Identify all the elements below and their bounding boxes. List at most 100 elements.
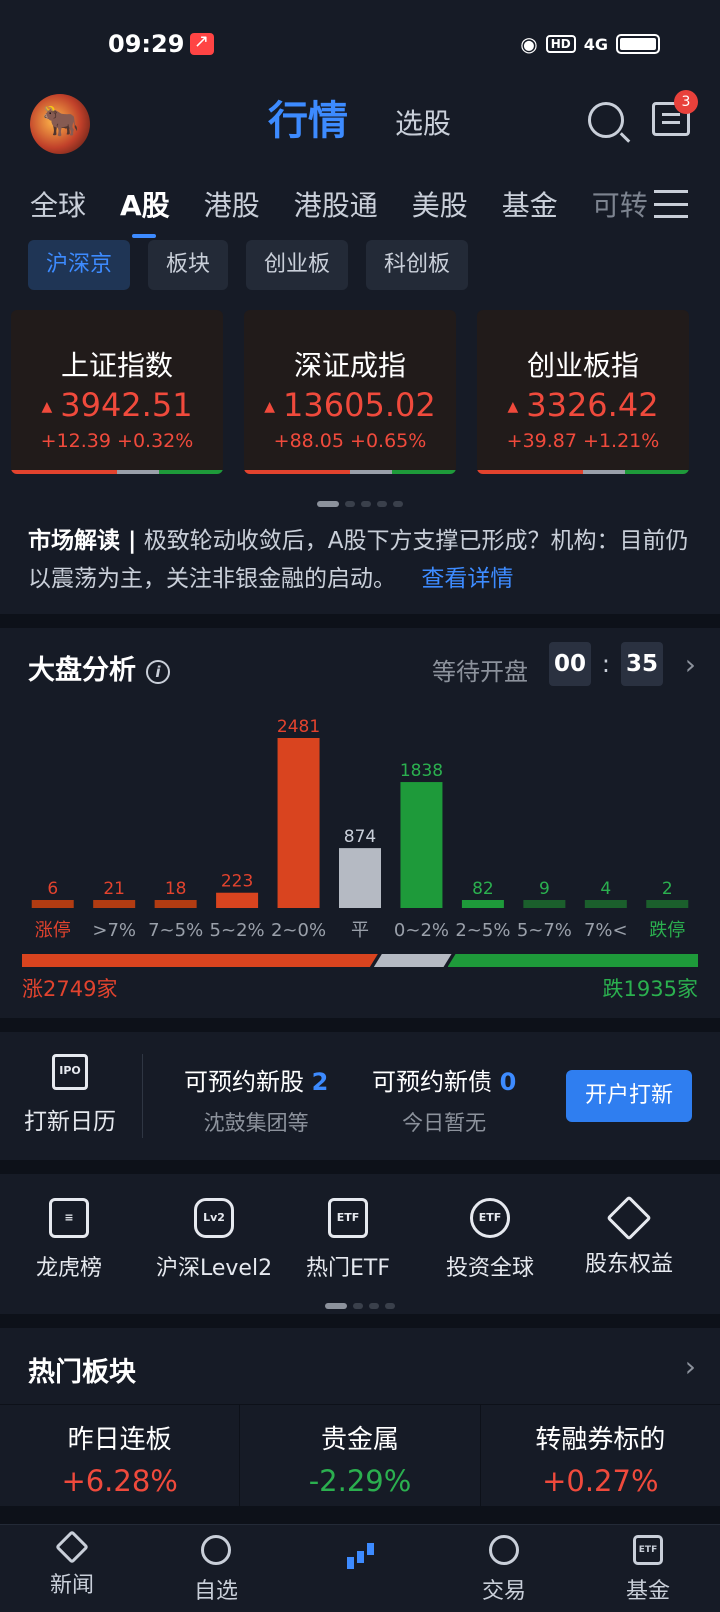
tool-label: 投资全球	[446, 1256, 535, 1281]
tool-global-invest[interactable]: ETF 投资全球	[446, 1198, 534, 1282]
carousel-dots	[0, 492, 720, 511]
tab-us[interactable]: 美股	[412, 184, 468, 224]
nav-quotes[interactable]	[288, 1525, 432, 1612]
nav-news[interactable]: 新闻	[0, 1525, 144, 1612]
nav-watchlist[interactable]: 自选	[144, 1525, 288, 1612]
tab-hk[interactable]: 港股	[204, 184, 260, 224]
index-price: ▲ 13605.02	[264, 386, 436, 424]
tool-label: 热门ETF	[306, 1256, 390, 1281]
chart-tick-label: 5~7%	[517, 920, 572, 941]
subtab-star[interactable]: 科创板	[366, 240, 469, 290]
wifi-icon: ◉	[520, 32, 538, 56]
market-tabs: 全球 A股 港股 港股通 美股 基金 可转	[0, 176, 720, 238]
tab-convertible[interactable]: 可转	[592, 184, 648, 224]
subtab-chinext[interactable]: 创业板	[246, 240, 349, 290]
chart-tick-label: 跌停	[649, 920, 685, 941]
subtab-sector[interactable]: 板块	[148, 240, 229, 290]
up-count: 涨2749家	[22, 977, 118, 1001]
new-bond-title: 可预约新债 0	[372, 1068, 517, 1096]
chart-data-label: 21	[103, 879, 125, 899]
menu-icon[interactable]	[654, 190, 688, 218]
hot-sector-name: 转融券标的	[535, 1425, 666, 1455]
hot-sector-name: 昨日连板	[67, 1425, 172, 1455]
nav-label: 基金	[625, 1579, 670, 1604]
status-indicators: ◉ HD 4G	[520, 32, 660, 56]
bottom-nav: 新闻 自选 交易 ETF 基金	[0, 1524, 720, 1612]
nav-fund[interactable]: ETF 基金	[576, 1525, 720, 1612]
tool-label: 股东权益	[585, 1252, 674, 1277]
chart-tick-label: 平	[351, 920, 369, 941]
tab-stock-picker[interactable]: 选股	[395, 102, 451, 142]
hot-sector-change: +0.27%	[542, 1464, 659, 1498]
app-notification-icon	[190, 31, 214, 55]
ipo-section: IPO 打新日历 可预约新股 2 沈鼓集团等 可预约新债 0 今日暂无 开户打新	[0, 1032, 720, 1160]
tab-hk-connect[interactable]: 港股通	[294, 184, 378, 224]
status-bar: 09:29 ◉ HD 4G	[0, 0, 720, 88]
avatar[interactable]	[30, 94, 90, 154]
new-bond-sub: 今日暂无	[402, 1111, 487, 1135]
news-icon	[55, 1530, 89, 1564]
sub-tabs: 沪深京 板块 创业板 科创板	[0, 232, 720, 302]
index-card-shenzhen[interactable]: 深证成指 ▲ 13605.02 +88.05 +0.65%	[244, 310, 456, 474]
nav-trade[interactable]: 交易	[432, 1525, 576, 1612]
news-tag: 市场解读 |	[28, 528, 137, 554]
index-breadth-bar	[477, 470, 689, 474]
tool-hot-etf[interactable]: ETF 热门ETF	[306, 1198, 390, 1282]
up-down-ratio-bar	[22, 954, 698, 967]
up-triangle-icon: ▲	[507, 399, 519, 415]
nav-label: 自选	[193, 1579, 238, 1604]
ipo-calendar-label[interactable]: 打新日历	[24, 1102, 116, 1136]
tool-dragon-tiger[interactable]: ≡ 龙虎榜	[36, 1198, 102, 1282]
chart-bar	[400, 782, 443, 908]
chart-data-label: 18	[165, 879, 187, 899]
new-stock-sub: 沈鼓集团等	[203, 1111, 309, 1135]
new-stock-reservation[interactable]: 可预约新股 2 沈鼓集团等	[184, 1062, 328, 1137]
chevron-right-icon[interactable]: ›	[685, 648, 696, 681]
tab-quotes[interactable]: 行情	[268, 88, 348, 146]
market-news[interactable]: 市场解读 | 极致轮动收敛后，A股下方支撑已形成？机构：目前仍以震荡为主，关注非…	[0, 522, 720, 614]
chart-data-label: 2481	[277, 717, 320, 737]
new-bond-reservation[interactable]: 可预约新债 0 今日暂无	[372, 1062, 516, 1137]
bar-chart-icon	[345, 1539, 375, 1569]
chart-bar	[646, 900, 689, 908]
chart-data-label: 4	[600, 879, 611, 899]
index-breadth-bar	[244, 470, 456, 474]
index-change: +12.39 +0.32%	[40, 430, 194, 452]
search-icon[interactable]	[588, 102, 624, 138]
new-stock-title: 可预约新股 2	[184, 1068, 329, 1096]
tab-a-share[interactable]: A股	[120, 184, 170, 238]
chart-bar	[339, 848, 381, 908]
chart-data-label: 9	[539, 879, 550, 899]
index-price: ▲ 3326.42	[507, 386, 659, 424]
chart-data-label: 6	[47, 879, 58, 899]
countdown-separator: :	[601, 650, 610, 678]
chart-bar	[31, 900, 74, 908]
index-card-chinext[interactable]: 创业板指 ▲ 3326.42 +39.87 +1.21%	[477, 310, 689, 474]
hot-sector-name: 贵金属	[320, 1425, 399, 1455]
diamond-icon	[606, 1195, 652, 1241]
ipo-icon[interactable]: IPO	[52, 1054, 88, 1090]
index-change: +88.05 +0.65%	[273, 430, 427, 452]
chevron-right-icon[interactable]: ›	[685, 1350, 696, 1383]
up-triangle-icon: ▲	[41, 399, 53, 415]
chart-data-label: 2	[662, 879, 673, 899]
hot-sector-card[interactable]: 转融券标的 +0.27%	[480, 1404, 720, 1506]
down-count: 跌1935家	[602, 977, 698, 1001]
index-name: 深证成指	[293, 349, 406, 382]
chart-data-label: 1838	[400, 761, 443, 781]
list-icon: ≡	[49, 1198, 89, 1238]
hot-sector-card[interactable]: 贵金属 -2.29%	[240, 1404, 481, 1506]
chart-tick-label: 0~2%	[394, 920, 449, 941]
index-card-shanghai[interactable]: 上证指数 ▲ 3942.51 +12.39 +0.32%	[11, 310, 223, 474]
battery-icon	[616, 34, 660, 54]
tab-global[interactable]: 全球	[30, 184, 86, 224]
tab-fund[interactable]: 基金	[502, 184, 558, 224]
subtab-sh-sz-bj[interactable]: 沪深京	[28, 240, 131, 290]
index-name: 上证指数	[60, 349, 173, 382]
index-change: +39.87 +1.21%	[506, 430, 660, 452]
hot-sector-card[interactable]: 昨日连板 +6.28%	[0, 1404, 241, 1506]
open-account-button[interactable]: 开户打新	[566, 1070, 692, 1122]
news-detail-link[interactable]: 查看详情	[421, 566, 513, 592]
tool-level2[interactable]: Lv2 沪深Level2	[156, 1198, 272, 1282]
tool-shareholder[interactable]: 股东权益	[585, 1195, 674, 1278]
